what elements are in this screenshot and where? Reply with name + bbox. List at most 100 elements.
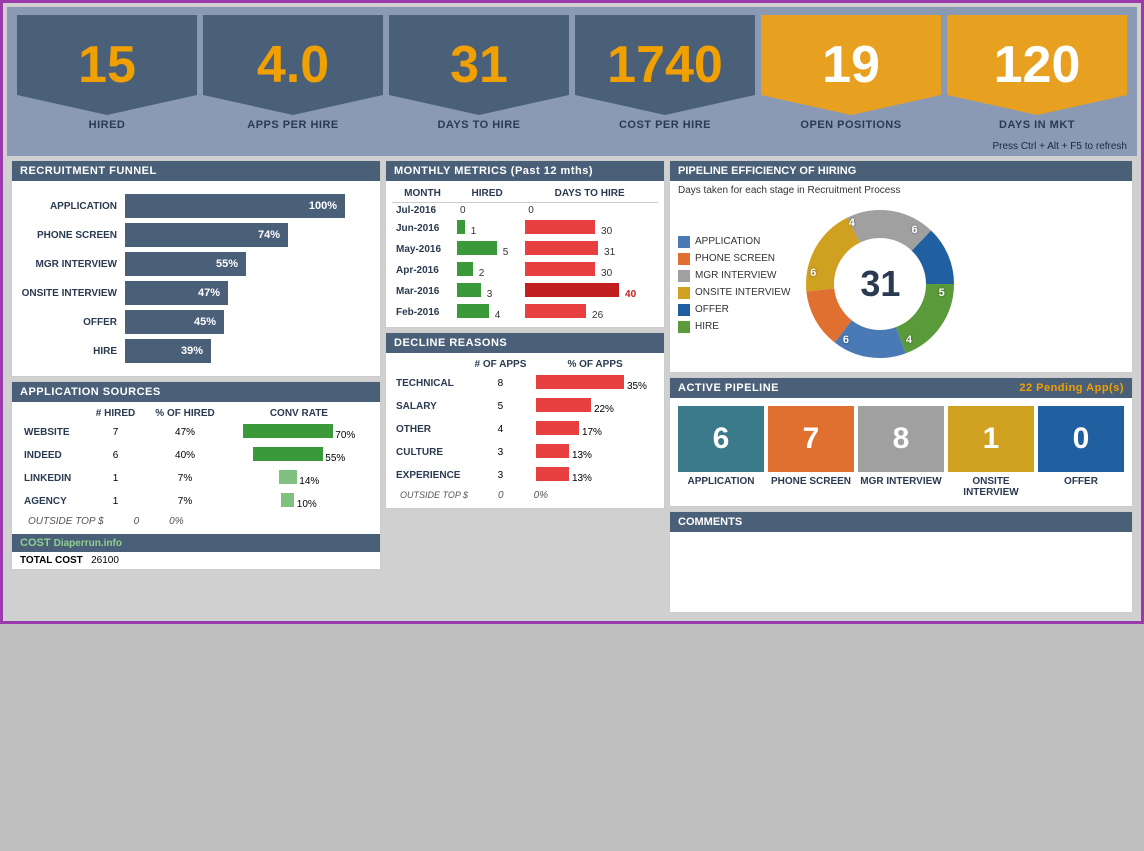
days-bar bbox=[525, 304, 586, 318]
monthly-row: Feb-2016 4 26 bbox=[392, 302, 658, 323]
hired-num: 3 bbox=[484, 289, 493, 300]
sources-panel: APPLICATION SOURCES # HIRED% OF HIREDCON… bbox=[11, 381, 381, 570]
legend-label: APPLICATION bbox=[695, 236, 760, 247]
source-hired: 6 bbox=[87, 444, 144, 467]
pipeline-box-label: PHONE SCREEN bbox=[771, 476, 851, 487]
hired-bar bbox=[457, 262, 473, 276]
kpi-label: HIRED bbox=[89, 115, 126, 139]
sources-col-header: CONV RATE bbox=[226, 406, 372, 421]
sources-col-header bbox=[20, 406, 87, 421]
days-num: 30 bbox=[598, 226, 612, 237]
monthly-row: May-2016 5 31 bbox=[392, 239, 658, 260]
hired-num: 5 bbox=[500, 247, 509, 258]
kpi-row: 15 HIRED 4.0 APPS PER HIRE 31 DAYS TO HI… bbox=[7, 7, 1137, 139]
funnel-bar: 45% bbox=[125, 310, 224, 334]
conv-pct: 10% bbox=[297, 499, 317, 510]
pipeline-box-value: 1 bbox=[948, 406, 1034, 472]
monthly-days: 0 bbox=[521, 203, 658, 219]
legend-label: PHONE SCREEN bbox=[695, 253, 775, 264]
decline-pct-val: 22% bbox=[594, 404, 614, 415]
funnel-bar-wrap: 39% bbox=[125, 339, 372, 363]
funnel-header: RECRUITMENT FUNNEL bbox=[12, 161, 380, 181]
funnel-row: OFFER 45% bbox=[20, 310, 372, 334]
decline-panel: DECLINE REASONS # OF APPS% OF APPS TECHN… bbox=[385, 332, 665, 509]
decline-pct: 22% bbox=[532, 395, 658, 418]
donut-label: 4 bbox=[849, 217, 855, 229]
sources-header: APPLICATION SOURCES bbox=[12, 382, 380, 402]
monthly-row: Jun-2016 1 30 bbox=[392, 218, 658, 239]
funnel-bar-wrap: 47% bbox=[125, 281, 372, 305]
source-name: INDEED bbox=[20, 444, 87, 467]
conv-bar bbox=[279, 470, 297, 484]
sources-outside: OUTSIDE TOP $ 0 0% bbox=[20, 513, 372, 530]
kpi-label: DAYS IN MKT bbox=[999, 115, 1075, 139]
days-bar bbox=[525, 283, 619, 297]
decline-bar bbox=[536, 398, 591, 412]
monthly-days: 30 bbox=[521, 260, 658, 281]
decline-reason: SALARY bbox=[392, 395, 469, 418]
monthly-month: Jun-2016 bbox=[392, 218, 453, 239]
decline-row: TECHNICAL 8 35% bbox=[392, 372, 658, 395]
decline-pct-val: 35% bbox=[627, 381, 647, 392]
source-hired: 7 bbox=[87, 421, 144, 444]
monthly-month: Apr-2016 bbox=[392, 260, 453, 281]
pipeline-legend: APPLICATION PHONE SCREEN MGR INTERVIEW O… bbox=[678, 231, 790, 338]
funnel-row: MGR INTERVIEW 55% bbox=[20, 252, 372, 276]
monthly-days: 40 bbox=[521, 281, 658, 302]
legend-label: OFFER bbox=[695, 304, 729, 315]
kpi-banner: 15 bbox=[17, 15, 197, 115]
right-column: PIPELINE EFFICIENCY OF HIRING Days taken… bbox=[669, 160, 1133, 613]
monthly-hired: 5 bbox=[453, 239, 521, 260]
legend-color bbox=[678, 270, 690, 282]
hired-bar bbox=[457, 220, 465, 234]
funnel-bar: 74% bbox=[125, 223, 288, 247]
sources-row: AGENCY 1 7% 10% bbox=[20, 490, 372, 513]
pipeline-box-label: APPLICATION bbox=[687, 476, 754, 487]
source-conv: 55% bbox=[226, 444, 372, 467]
monthly-hired: 0 bbox=[453, 203, 521, 219]
pipeline-box: 1 ONSITE INTERVIEW bbox=[948, 406, 1034, 498]
monthly-body: MONTHHIREDDAYS TO HIRE Jul-2016 0 0 Jun-… bbox=[386, 181, 664, 327]
pending-label: 22 Pending App(s) bbox=[1019, 382, 1124, 394]
funnel-bar-wrap: 74% bbox=[125, 223, 372, 247]
pipeline-box-label: OFFER bbox=[1064, 476, 1098, 487]
decline-outside: OUTSIDE TOP $ 0 0% bbox=[392, 487, 658, 504]
kpi-label: OPEN POSITIONS bbox=[800, 115, 901, 139]
pipeline-box-label: MGR INTERVIEW bbox=[860, 476, 941, 487]
decline-bar bbox=[536, 421, 579, 435]
kpi-item: 1740 COST PER HIRE bbox=[575, 15, 755, 139]
kpi-banner: 19 bbox=[761, 15, 941, 115]
sources-body: # HIRED% OF HIREDCONV RATE WEBSITE 7 47%… bbox=[12, 402, 380, 534]
decline-pct-val: 17% bbox=[582, 427, 602, 438]
legend-color bbox=[678, 236, 690, 248]
monthly-month: Mar-2016 bbox=[392, 281, 453, 302]
legend-item: OFFER bbox=[678, 304, 790, 316]
legend-color bbox=[678, 304, 690, 316]
legend-color bbox=[678, 321, 690, 333]
decline-row: SALARY 5 22% bbox=[392, 395, 658, 418]
decline-reason: TECHNICAL bbox=[392, 372, 469, 395]
source-pct-hired: 7% bbox=[144, 490, 226, 513]
pipeline-box-value: 7 bbox=[768, 406, 854, 472]
funnel-row: ONSITE INTERVIEW 47% bbox=[20, 281, 372, 305]
pipeline-panel: PIPELINE EFFICIENCY OF HIRING Days taken… bbox=[669, 160, 1133, 373]
legend-label: MGR INTERVIEW bbox=[695, 270, 776, 281]
pipeline-header: PIPELINE EFFICIENCY OF HIRING bbox=[670, 161, 1132, 181]
decline-col-header: # OF APPS bbox=[469, 357, 532, 372]
monthly-hired: 1 bbox=[453, 218, 521, 239]
days-bar bbox=[525, 262, 595, 276]
kpi-label: APPS PER HIRE bbox=[247, 115, 338, 139]
legend-item: MGR INTERVIEW bbox=[678, 270, 790, 282]
kpi-banner: 1740 bbox=[575, 15, 755, 115]
pipeline-box: 8 MGR INTERVIEW bbox=[858, 406, 944, 498]
pipeline-box-value: 0 bbox=[1038, 406, 1124, 472]
funnel-row: APPLICATION 100% bbox=[20, 194, 372, 218]
donut-label: 6 bbox=[810, 267, 816, 279]
left-column: RECRUITMENT FUNNEL APPLICATION 100% PHON… bbox=[11, 160, 381, 613]
decline-reason: EXPERIENCE bbox=[392, 464, 469, 487]
days-num: 30 bbox=[598, 268, 612, 279]
comments-header: COMMENTS bbox=[670, 512, 1132, 532]
monthly-month: Feb-2016 bbox=[392, 302, 453, 323]
monthly-col-header: DAYS TO HIRE bbox=[521, 185, 658, 203]
source-name: LINKEDIN bbox=[20, 467, 87, 490]
